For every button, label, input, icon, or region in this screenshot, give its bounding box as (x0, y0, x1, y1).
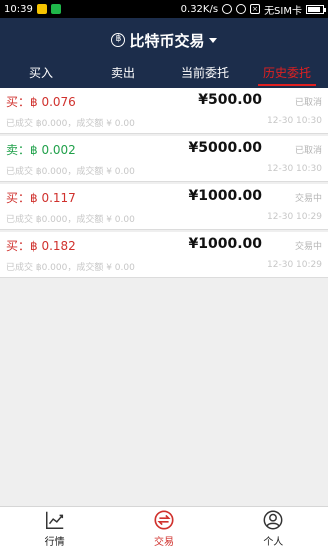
tab-current-orders[interactable]: 当前委托 (164, 62, 246, 88)
order-detail: 已成交 ฿0.000，成交额 ¥ 0.00 (6, 167, 135, 177)
dropdown-caret-icon[interactable] (208, 37, 217, 43)
nav-profile[interactable]: 个人 (219, 507, 328, 550)
tab-history-orders[interactable]: 历史委托 (246, 62, 328, 88)
trade-icon (154, 510, 174, 530)
order-detail: 已成交 ฿0.000，成交额 ¥ 0.00 (6, 263, 135, 273)
status-speed: 0.32K/s (180, 3, 219, 15)
app-icon (50, 4, 61, 14)
order-side: 买：฿ 0.117 (6, 191, 76, 205)
order-time: 12-30 10:29 (267, 260, 322, 270)
order-status: 已取消 (294, 146, 322, 156)
nav-label: 交易 (153, 537, 174, 548)
order-row[interactable]: 卖：฿ 0.002 ¥5000.00 已取消 已成交 ฿0.000，成交额 ¥ … (0, 136, 328, 182)
order-row[interactable]: 买：฿ 0.076 ¥500.00 已取消 已成交 ฿0.000，成交额 ¥ 0… (0, 88, 328, 134)
tab-buy[interactable]: 买入 (0, 62, 82, 88)
bitcoin-icon: ฿ (111, 33, 126, 47)
nav-trade[interactable]: 交易 (109, 507, 218, 550)
order-detail: 已成交 ฿0.000，成交额 ¥ 0.00 (6, 215, 135, 225)
person-icon (263, 510, 283, 530)
bottom-nav: 行情 交易 个人 (0, 506, 328, 550)
tab-sell[interactable]: 卖出 (82, 62, 164, 88)
order-status: 已取消 (294, 98, 322, 108)
order-side: 买：฿ 0.182 (6, 239, 76, 253)
order-time: 12-30 10:29 (267, 212, 322, 222)
page-title: 比特币交易 (129, 31, 205, 50)
order-status: 交易中 (294, 194, 322, 204)
battery-icon (306, 4, 326, 14)
no-sim-icon: × (250, 4, 261, 14)
order-amount: ¥1000.00 (188, 188, 262, 204)
nav-market[interactable]: 行情 (0, 507, 109, 550)
status-bar: 10:39 0.32K/s × 无SIM卡 (0, 0, 328, 18)
app-header[interactable]: ฿ 比特币交易 (0, 18, 328, 62)
order-status: 交易中 (294, 242, 322, 252)
order-amount: ¥500.00 (198, 92, 262, 108)
nav-label: 行情 (44, 537, 65, 548)
order-amount: ¥5000.00 (188, 140, 262, 156)
order-amount: ¥1000.00 (188, 236, 262, 252)
status-time: 10:39 (4, 3, 33, 15)
notification-icon (36, 4, 47, 14)
order-side: 卖：฿ 0.002 (6, 143, 76, 157)
order-row[interactable]: 买：฿ 0.182 ¥1000.00 交易中 已成交 ฿0.000，成交额 ¥ … (0, 232, 328, 278)
nav-label: 个人 (263, 537, 284, 548)
chart-icon (45, 511, 63, 529)
order-time: 12-30 10:30 (267, 164, 322, 174)
order-row[interactable]: 买：฿ 0.117 ¥1000.00 交易中 已成交 ฿0.000，成交额 ¥ … (0, 184, 328, 230)
wifi-icon (236, 4, 247, 14)
tab-bar: 买入 卖出 当前委托 历史委托 (0, 62, 328, 88)
status-carrier: 无SIM卡 (264, 5, 302, 17)
order-side: 买：฿ 0.076 (6, 95, 76, 109)
alarm-icon (222, 4, 233, 14)
order-detail: 已成交 ฿0.000，成交额 ¥ 0.00 (6, 119, 135, 129)
order-time: 12-30 10:30 (267, 116, 322, 126)
order-list: 买：฿ 0.076 ¥500.00 已取消 已成交 ฿0.000，成交额 ¥ 0… (0, 88, 328, 280)
